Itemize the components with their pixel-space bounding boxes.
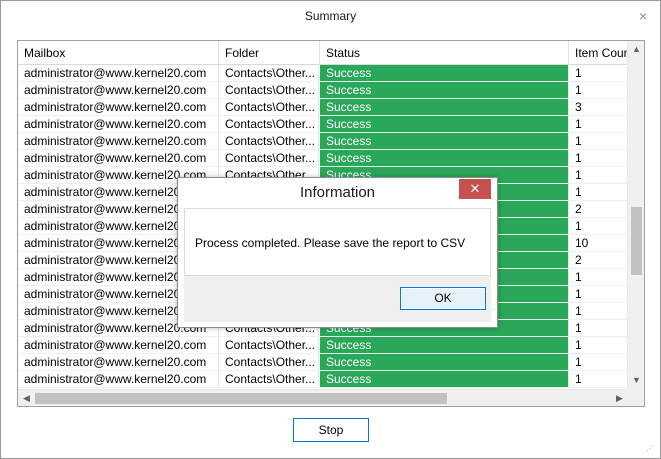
vertical-scroll-thumb[interactable] [631, 207, 642, 275]
cell-mailbox: administrator@www.kernel20.com [18, 116, 219, 133]
column-header-status[interactable]: Status [320, 41, 569, 65]
column-header-mailbox[interactable]: Mailbox [18, 41, 219, 65]
summary-window: Summary × Mailbox Folder Status Item Cou… [0, 0, 661, 459]
cell-mailbox: administrator@www.kernel20.com [18, 65, 219, 82]
cell-item-count: 1 [569, 371, 628, 388]
cell-item-count: 1 [569, 218, 628, 235]
cell-item-count: 1 [569, 320, 628, 337]
dialog-body: Process completed. Please save the repor… [184, 208, 491, 276]
cell-item-count: 1 [569, 82, 628, 99]
column-header-item-count[interactable]: Item Count [569, 41, 628, 65]
cell-folder: Contacts\Other... [219, 337, 319, 354]
cell-folder: Contacts\Other... [219, 133, 319, 150]
cell-item-count: 1 [569, 354, 628, 371]
grid-header: Mailbox Folder Status Item Count [18, 41, 628, 65]
cell-item-count: 2 [569, 201, 628, 218]
horizontal-scroll-thumb[interactable] [35, 393, 447, 404]
cell-folder: Contacts\Other... [219, 82, 319, 99]
scroll-right-icon[interactable]: ▶ [611, 390, 628, 406]
cell-status: Success [320, 150, 569, 167]
close-icon[interactable]: × [636, 9, 650, 23]
resize-grip-icon[interactable]: ⋰ [646, 444, 656, 454]
cell-item-count: 1 [569, 184, 628, 201]
cell-status: Success [320, 99, 569, 116]
dialog-title: Information [299, 184, 376, 201]
cell-mailbox: administrator@www.kernel20.com [18, 337, 219, 354]
cell-mailbox: administrator@www.kernel20.com [18, 99, 219, 116]
cell-mailbox: administrator@www.kernel20.com [18, 82, 219, 99]
table-row[interactable]: administrator@www.kernel20.comContacts\O… [18, 150, 628, 167]
cell-status: Success [320, 65, 569, 82]
cell-mailbox: administrator@www.kernel20.com [18, 354, 219, 371]
cell-item-count: 1 [569, 65, 628, 82]
cell-folder: Contacts\Other... [219, 150, 319, 167]
dialog-message: Process completed. Please save the repor… [195, 236, 466, 250]
cell-item-count: 2 [569, 252, 628, 269]
cell-folder: Contacts\Other... [219, 65, 319, 82]
cell-item-count: 1 [569, 269, 628, 286]
information-dialog: Information ✕ Process completed. Please … [177, 177, 498, 328]
table-row[interactable]: administrator@www.kernel20.comContacts\O… [18, 65, 628, 82]
cell-status: Success [320, 371, 569, 388]
dialog-footer: OK [184, 276, 491, 322]
table-row[interactable]: administrator@www.kernel20.comContacts\O… [18, 354, 628, 371]
cell-folder: Contacts\Other... [219, 371, 319, 388]
table-row[interactable]: administrator@www.kernel20.comContacts\O… [18, 371, 628, 388]
cell-item-count: 1 [569, 116, 628, 133]
scrollbar-corner [627, 389, 644, 406]
cell-folder: Contacts\Other... [219, 99, 319, 116]
cell-folder: Contacts\Other... [219, 354, 319, 371]
cell-item-count: 1 [569, 167, 628, 184]
cell-item-count: 1 [569, 150, 628, 167]
cell-mailbox: administrator@www.kernel20.com [18, 150, 219, 167]
scroll-down-icon[interactable]: ▼ [628, 372, 644, 389]
cell-status: Success [320, 116, 569, 133]
dialog-close-icon[interactable]: ✕ [459, 179, 491, 199]
cell-mailbox: administrator@www.kernel20.com [18, 371, 219, 388]
table-row[interactable]: administrator@www.kernel20.comContacts\O… [18, 116, 628, 133]
column-header-folder[interactable]: Folder [219, 41, 320, 65]
cell-item-count: 1 [569, 303, 628, 320]
cell-status: Success [320, 133, 569, 150]
table-row[interactable]: administrator@www.kernel20.comContacts\O… [18, 82, 628, 99]
stop-button[interactable]: Stop [293, 418, 369, 442]
vertical-scrollbar[interactable]: ▲ ▼ [627, 41, 644, 389]
table-row[interactable]: administrator@www.kernel20.comContacts\O… [18, 99, 628, 116]
horizontal-scrollbar[interactable]: ◀ ▶ [18, 389, 628, 406]
cell-status: Success [320, 337, 569, 354]
cell-mailbox: administrator@www.kernel20.com [18, 133, 219, 150]
scroll-left-icon[interactable]: ◀ [18, 390, 35, 406]
cell-folder: Contacts\Other... [219, 116, 319, 133]
cell-item-count: 3 [569, 99, 628, 116]
cell-status: Success [320, 82, 569, 99]
cell-item-count: 1 [569, 286, 628, 303]
scroll-up-icon[interactable]: ▲ [628, 41, 644, 58]
cell-status: Success [320, 354, 569, 371]
table-row[interactable]: administrator@www.kernel20.comContacts\O… [18, 337, 628, 354]
cell-item-count: 10 [569, 235, 628, 252]
ok-button[interactable]: OK [400, 287, 486, 310]
cell-item-count: 1 [569, 337, 628, 354]
window-title: Summary [304, 9, 357, 23]
cell-item-count: 1 [569, 133, 628, 150]
table-row[interactable]: administrator@www.kernel20.comContacts\O… [18, 133, 628, 150]
